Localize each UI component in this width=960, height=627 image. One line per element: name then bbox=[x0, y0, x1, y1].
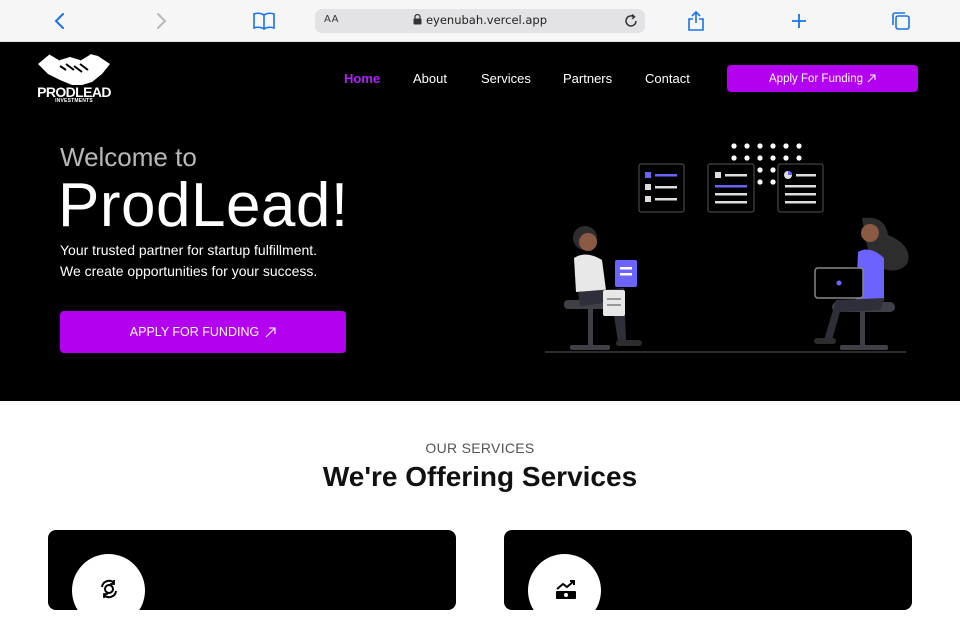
service-icon-circle bbox=[528, 554, 601, 627]
tabs-overview-icon[interactable] bbox=[889, 9, 913, 33]
hero-tagline-line1: Your trusted partner for startup fulfill… bbox=[60, 242, 318, 258]
panel-right bbox=[777, 163, 824, 213]
money-growth-icon bbox=[556, 580, 576, 599]
nav-services[interactable]: Services bbox=[481, 71, 531, 86]
service-card[interactable] bbox=[504, 530, 912, 627]
person-right bbox=[814, 217, 909, 350]
hero-tagline: Your trusted partner for startup fulfill… bbox=[60, 240, 380, 282]
nav-about[interactable]: About bbox=[413, 71, 447, 86]
person-left bbox=[564, 226, 642, 350]
logo-name: PRODLEAD bbox=[37, 84, 111, 100]
back-icon[interactable] bbox=[48, 9, 72, 33]
hero-section: PRODLEAD INVESTMENTS Home About Services… bbox=[0, 42, 960, 401]
logo-subtitle: INVESTMENTS bbox=[55, 98, 93, 104]
hero-illustration bbox=[545, 143, 909, 353]
hero-welcome: Welcome to bbox=[60, 142, 197, 172]
apply-funding-hero-button[interactable]: APPLY FOR FUNDING bbox=[60, 311, 346, 353]
handshake-icon bbox=[38, 53, 110, 85]
service-icon-circle bbox=[72, 554, 145, 627]
browser-toolbar: AA eyenubah.vercel.app bbox=[0, 0, 960, 42]
new-tab-icon[interactable] bbox=[787, 9, 811, 33]
nav-contact[interactable]: Contact bbox=[645, 71, 690, 86]
services-eyebrow: OUR SERVICES bbox=[425, 440, 535, 456]
reload-icon[interactable] bbox=[623, 13, 639, 29]
url-text: eyenubah.vercel.app bbox=[315, 13, 645, 27]
arrow-up-right-icon bbox=[265, 326, 276, 337]
hero-brand-title: ProdLead! bbox=[58, 171, 349, 240]
share-icon[interactable] bbox=[684, 9, 708, 33]
apply-funding-nav-button[interactable]: Apply For Funding bbox=[727, 65, 918, 92]
services-title: We're Offering Services bbox=[322, 461, 638, 492]
arrow-up-right-icon bbox=[867, 74, 876, 83]
panel-middle bbox=[707, 163, 755, 213]
service-card[interactable] bbox=[48, 530, 456, 627]
forward-icon[interactable] bbox=[149, 9, 173, 33]
apply-funding-hero-label: APPLY FOR FUNDING bbox=[129, 325, 260, 339]
panel-left bbox=[638, 163, 685, 213]
hero-tagline-line2: We create opportunities for your success… bbox=[60, 263, 318, 279]
site-logo[interactable]: PRODLEAD INVESTMENTS bbox=[36, 52, 112, 110]
bookmarks-icon[interactable] bbox=[252, 9, 276, 33]
gear-refresh-icon bbox=[101, 579, 117, 599]
lock-icon bbox=[413, 14, 422, 25]
nav-partners[interactable]: Partners bbox=[563, 71, 612, 86]
address-bar[interactable]: AA eyenubah.vercel.app bbox=[315, 9, 645, 33]
nav-home[interactable]: Home bbox=[344, 71, 380, 86]
apply-funding-nav-label: Apply For Funding bbox=[769, 72, 863, 85]
